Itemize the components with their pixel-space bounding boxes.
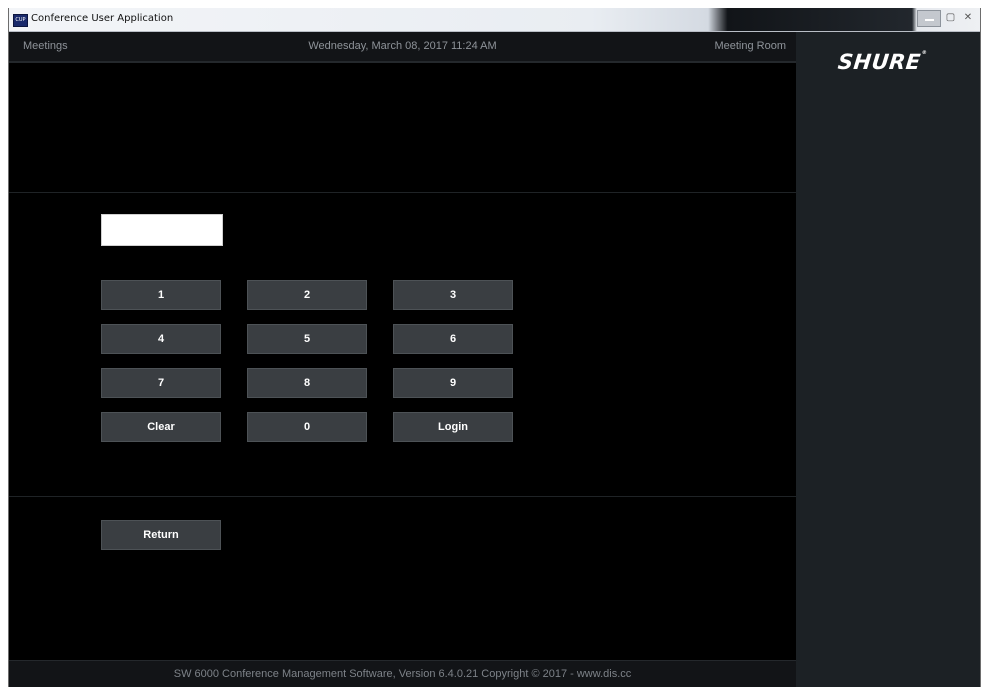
meeting-room-label: Meeting Room [714, 40, 786, 52]
keypad-2-button[interactable]: 2 [247, 280, 367, 310]
maximize-button[interactable]: ▢ [943, 10, 958, 27]
sidebar-panel: SHURE® [796, 32, 980, 687]
logo-text: SHURE [836, 50, 923, 74]
footer-bar: SW 6000 Conference Management Software, … [9, 660, 796, 687]
application-window: CUP Conference User Application ▢ ✕ Meet… [8, 8, 981, 687]
registered-mark: ® [921, 50, 928, 56]
date-time-display: Wednesday, March 08, 2017 11:24 AM [308, 40, 497, 52]
minimize-icon [924, 19, 934, 21]
keypad-9-button[interactable]: 9 [393, 368, 513, 398]
keypad-5-button[interactable]: 5 [247, 324, 367, 354]
header-bar: Meetings Wednesday, March 08, 2017 11:24… [9, 32, 796, 63]
main-panel: Meetings Wednesday, March 08, 2017 11:24… [9, 32, 796, 687]
section-divider [9, 192, 796, 193]
keypad-1-button[interactable]: 1 [101, 280, 221, 310]
keypad-7-button[interactable]: 7 [101, 368, 221, 398]
keypad-3-button[interactable]: 3 [393, 280, 513, 310]
close-button[interactable]: ✕ [960, 10, 976, 27]
keypad-4-button[interactable]: 4 [101, 324, 221, 354]
title-bar[interactable]: CUP Conference User Application ▢ ✕ [9, 8, 980, 32]
app-icon: CUP [13, 14, 28, 27]
pin-input[interactable] [101, 214, 223, 246]
clear-button[interactable]: Clear [101, 412, 221, 442]
keypad-8-button[interactable]: 8 [247, 368, 367, 398]
shure-logo: SHURE® [837, 50, 928, 74]
section-divider [9, 496, 796, 497]
version-copyright-text: SW 6000 Conference Management Software, … [173, 668, 632, 680]
keypad-0-button[interactable]: 0 [247, 412, 367, 442]
minimize-button[interactable] [917, 10, 941, 27]
return-button[interactable]: Return [101, 520, 221, 550]
keypad-6-button[interactable]: 6 [393, 324, 513, 354]
login-button[interactable]: Login [393, 412, 513, 442]
window-title: Conference User Application [31, 13, 174, 24]
